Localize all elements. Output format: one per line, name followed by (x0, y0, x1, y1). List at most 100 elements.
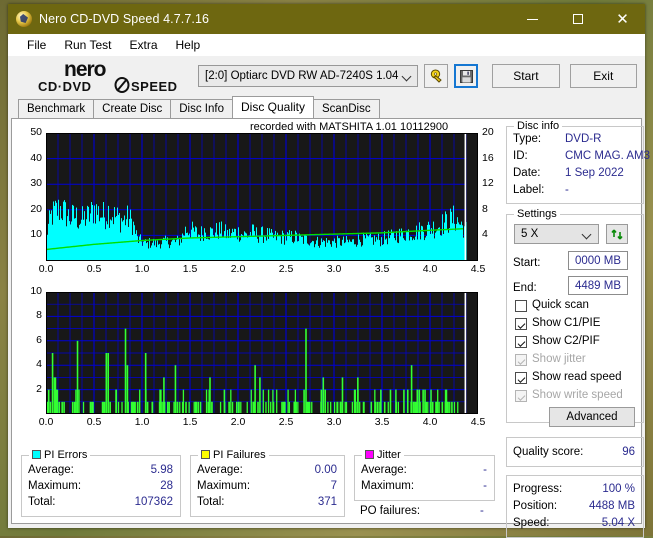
pi-errors-total-label: Total: (28, 496, 56, 508)
refresh-speed-icon (610, 229, 623, 239)
pi-failures-average-label: Average: (197, 464, 243, 476)
read-speed-ytick: 12 (482, 177, 494, 190)
maximize-icon (572, 14, 583, 24)
pi-failures-xtick: 2.0 (230, 416, 246, 428)
pi-errors-xtick: 0.0 (38, 263, 54, 275)
nero-logo-graphic: nero CD·DVD SPEED (38, 58, 177, 94)
jitter-maximum-value: - (483, 480, 487, 492)
tab-benchmark[interactable]: Benchmark (18, 99, 95, 118)
pi-failures-legend-swatch (201, 450, 210, 459)
pi-errors-xtick: 4.0 (422, 263, 438, 275)
disc-label-label: Label: (513, 184, 545, 196)
show-read-speed-label: Show read speed (532, 371, 622, 383)
tab-create-disc[interactable]: Create Disc (93, 99, 172, 118)
disc-info-box: Disc info Type: DVD-R ID: CMC MAG. AM3 D… (506, 120, 650, 204)
pi-errors-ytick: 20 (30, 202, 42, 215)
end-mb-label: End: (513, 282, 537, 294)
pi-errors-xtick: 1.0 (134, 263, 150, 275)
quality-score-value: 96 (622, 446, 635, 458)
disc-label-value: - (565, 184, 569, 196)
pi-errors-average-value: 5.98 (150, 464, 173, 476)
show-read-speed-checkbox[interactable] (515, 372, 527, 384)
show-c2-pif-checkbox[interactable] (515, 336, 527, 348)
start-mb-input[interactable]: 0000 MB (568, 251, 628, 270)
show-jitter-checkbox (515, 354, 527, 366)
disc-id-label: ID: (513, 150, 528, 162)
menu-bar: File Run Test Extra Help (8, 34, 645, 56)
jitter-stats-title-wrap: Jitter (362, 449, 404, 461)
speed-select-value: 5 X (521, 228, 539, 240)
settings-box: Settings 5 X Start: 0000 MB End: 4489 MB… (506, 208, 644, 427)
pi-failures-total-label: Total: (197, 496, 225, 508)
pi-failures-plot-area[interactable] (46, 292, 478, 414)
show-jitter-label: Show jitter (532, 353, 586, 365)
pi-failures-xtick: 4.5 (470, 416, 486, 428)
pi-errors-plot-area[interactable] (46, 133, 478, 261)
po-failures-label: PO failures: (360, 505, 421, 517)
show-c1-pie-checkbox[interactable] (515, 318, 527, 330)
refresh-speed-button[interactable] (606, 224, 628, 244)
pi-failures-maximum-value: 7 (330, 480, 337, 492)
pi-errors-ytick: 50 (30, 126, 42, 138)
svg-text:CD·DVD: CD·DVD (38, 79, 92, 94)
pi-errors-maximum-label: Maximum: (28, 480, 82, 492)
disc-quality-panel: recorded with MATSHITA 1.01 10112900 10 2… (11, 118, 650, 538)
jitter-average-label: Average: (361, 464, 407, 476)
pi-failures-total-value: 371 (317, 496, 337, 508)
pi-errors-ytick: 10 (30, 228, 42, 241)
app-window: Nero CD-DVD Speed 4.7.7.16 ✕ File Run Te… (8, 4, 650, 538)
svg-text:nero: nero (64, 58, 106, 81)
end-mb-input[interactable]: 4489 MB (568, 276, 628, 295)
tab-disc-info[interactable]: Disc Info (170, 99, 233, 118)
show-write-speed-checkbox (515, 390, 527, 402)
disc-type-value: DVD-R (565, 133, 602, 145)
quality-score-box: Quality score: 96 (506, 437, 644, 467)
speed-label: Speed: (513, 517, 550, 529)
disc-id-value: CMC MAG. AM3 (565, 150, 650, 162)
progress-label: Progress: (513, 483, 563, 495)
save-button[interactable] (454, 64, 479, 88)
disc-info-title: Disc info (514, 120, 563, 132)
show-write-speed-label: Show write speed (532, 389, 623, 401)
pi-errors-xtick: 3.0 (326, 263, 342, 275)
quick-scan-label: Quick scan (532, 299, 589, 311)
quick-scan-checkbox[interactable] (515, 300, 527, 312)
toolbar: nero CD·DVD SPEED [2:0] Optiarc DVD RW A… (8, 56, 645, 96)
position-label: Position: (513, 500, 558, 512)
start-button[interactable]: Start (492, 64, 560, 88)
pi-failures-ytick: 6 (36, 333, 42, 346)
exit-button[interactable]: Exit (569, 64, 637, 88)
jitter-stats-box: Jitter Average: - Maximum: - (354, 449, 495, 501)
advanced-button[interactable]: Advanced (549, 407, 635, 427)
pi-failures-ytick: 8 (36, 309, 42, 322)
pi-failures-xtick: 0.0 (38, 416, 54, 428)
pi-failures-average-value: 0.00 (314, 464, 337, 476)
pi-failures-ytick: 10 (30, 285, 42, 297)
tab-scandisc[interactable]: ScanDisc (313, 99, 380, 118)
nero-disc-icon (16, 11, 32, 27)
menu-extra[interactable]: Extra (120, 36, 166, 54)
pi-failures-ytick: 4 (36, 358, 42, 371)
tab-disc-quality[interactable]: Disc Quality (232, 96, 315, 118)
pi-errors-maximum-value: 28 (160, 480, 173, 492)
pi-errors-xtick: 1.5 (182, 263, 198, 275)
jitter-maximum-label: Maximum: (361, 480, 415, 492)
pi-errors-xtick: 2.0 (230, 263, 246, 275)
menu-run-test[interactable]: Run Test (55, 36, 120, 54)
pi-failures-xtick: 3.0 (326, 416, 342, 428)
drive-selector[interactable]: [2:0] Optiarc DVD RW AD-7240S 1.04 (198, 65, 419, 87)
start-mb-value: 0000 MB (574, 254, 621, 267)
menu-help[interactable]: Help (167, 36, 210, 54)
pi-errors-stats-box: PI Errors Average: 5.98 Maximum: 28 Tota… (21, 449, 181, 517)
close-button[interactable]: ✕ (600, 4, 645, 34)
pi-errors-stats-title-wrap: PI Errors (29, 449, 91, 461)
minimize-button[interactable] (510, 4, 555, 34)
disc-tools-button[interactable] (424, 64, 449, 88)
disc-date-label: Date: (513, 167, 541, 179)
nero-logo: nero CD·DVD SPEED (38, 57, 190, 95)
maximize-button[interactable] (555, 4, 600, 34)
speed-select[interactable]: 5 X (514, 224, 599, 244)
end-mb-value: 4489 MB (574, 279, 621, 292)
menu-file[interactable]: File (18, 36, 55, 54)
pi-errors-chart: 10 20 30 40 50 4 8 12 16 20 0.0 0.5 1.0 1.5 2.0 2.5 3.0 3… (12, 119, 502, 279)
